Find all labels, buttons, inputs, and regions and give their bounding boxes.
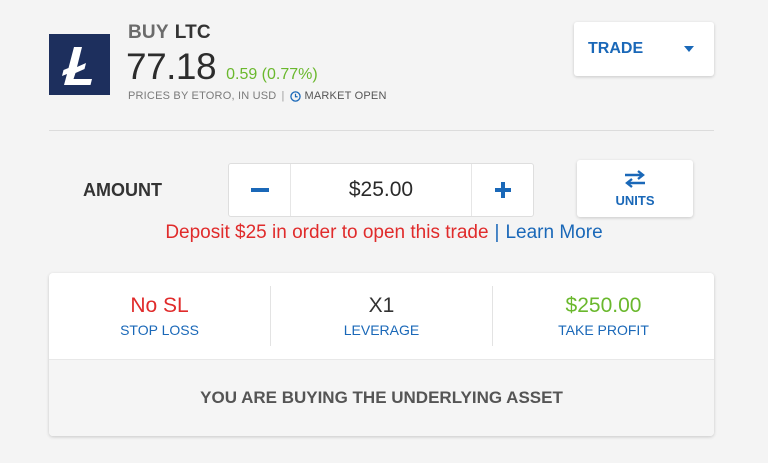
underlying-asset-notice: YOU ARE BUYING THE UNDERLYING ASSET	[49, 360, 714, 436]
leverage-setting[interactable]: X1 LEVERAGE	[270, 286, 493, 346]
leverage-value: X1	[368, 294, 395, 317]
meta-separator: |	[281, 90, 285, 102]
take-profit-value: $250.00	[565, 294, 642, 317]
chevron-down-icon	[684, 46, 694, 52]
amount-input[interactable]: $25.00	[291, 164, 471, 216]
clock-icon	[289, 90, 301, 102]
plus-icon	[494, 182, 511, 198]
deposit-separator: |	[494, 222, 500, 243]
litecoin-icon	[61, 46, 92, 85]
amount-label: AMOUNT	[83, 180, 162, 200]
amount-stepper: $25.00	[228, 163, 534, 217]
order-settings-card: No SL STOP LOSS X1 LEVERAGE $250.00 TAKE…	[49, 273, 714, 436]
swap-arrows-icon	[625, 169, 645, 188]
litecoin-logo	[49, 34, 110, 95]
leverage-label: LEVERAGE	[343, 322, 420, 338]
stop-loss-label: STOP LOSS	[120, 322, 199, 338]
current-price: 77.18	[126, 46, 217, 87]
price-meta: PRICES BY ETORO, IN USD | MARKET OPEN	[128, 90, 387, 102]
trade-action: BUY	[128, 22, 169, 43]
stop-loss-value: No SL	[130, 294, 189, 317]
instrument-title: BUY LTC	[128, 22, 211, 44]
price-row: 77.18 0.59 (0.77%)	[126, 46, 318, 88]
trade-dropdown-label: TRADE	[588, 40, 644, 57]
learn-more-link[interactable]: Learn More	[505, 222, 602, 243]
units-toggle-button[interactable]: UNITS	[577, 160, 693, 217]
minus-icon	[250, 188, 269, 192]
order-settings-row: No SL STOP LOSS X1 LEVERAGE $250.00 TAKE…	[49, 273, 714, 360]
market-status: MARKET OPEN	[304, 90, 387, 102]
instrument-symbol: LTC	[174, 22, 211, 43]
take-profit-label: TAKE PROFIT	[558, 322, 649, 338]
deposit-notice: Deposit $25 in order to open this trade |…	[0, 222, 768, 244]
stop-loss-setting[interactable]: No SL STOP LOSS	[49, 286, 270, 346]
units-label: UNITS	[615, 192, 655, 208]
take-profit-setting[interactable]: $250.00 TAKE PROFIT	[493, 286, 714, 346]
increase-amount-button[interactable]	[471, 164, 533, 216]
decrease-amount-button[interactable]	[229, 164, 291, 216]
trade-dropdown[interactable]: TRADE	[574, 22, 714, 76]
price-source-note: PRICES BY ETORO, IN USD	[128, 90, 277, 102]
deposit-message: Deposit $25 in order to open this trade	[165, 222, 489, 243]
header-divider	[49, 130, 714, 131]
price-change: 0.59 (0.77%)	[226, 66, 318, 83]
